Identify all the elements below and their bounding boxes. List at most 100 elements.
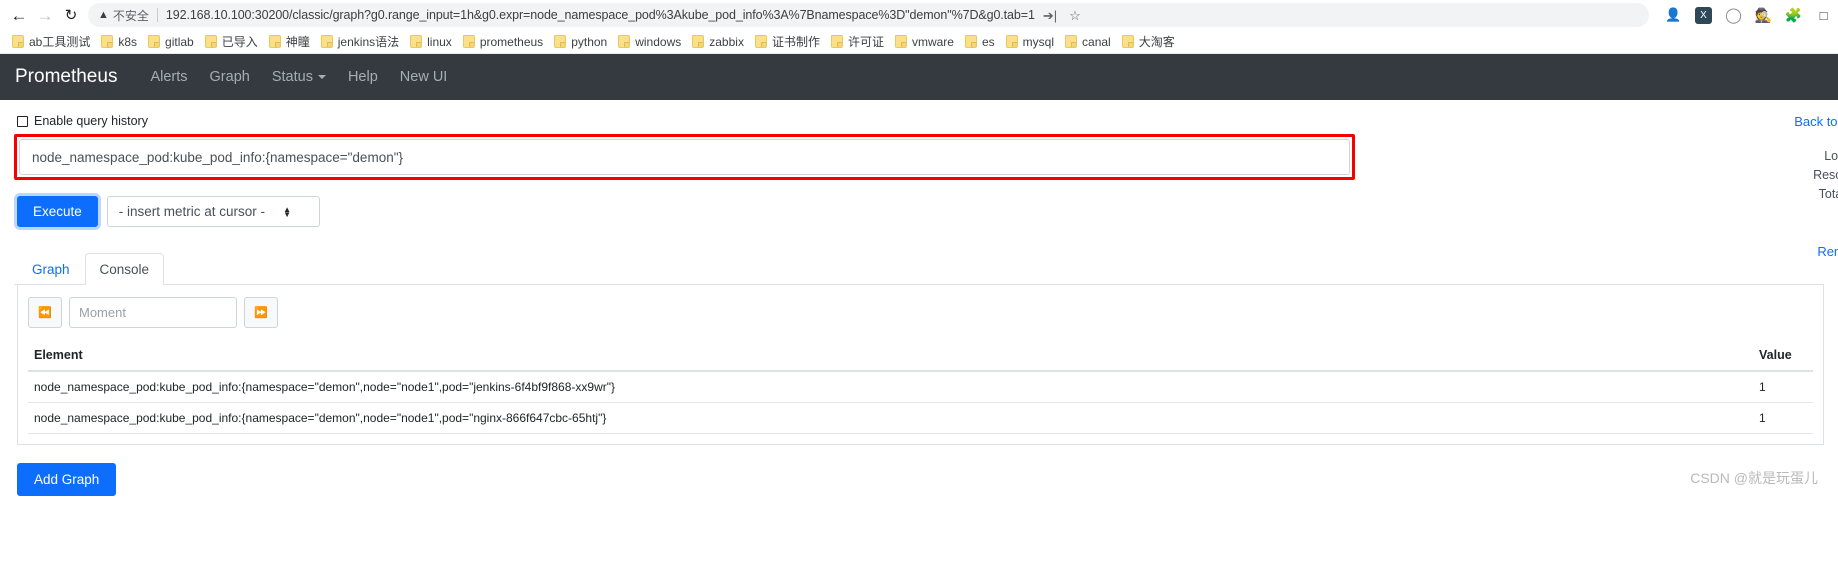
bookmark-label: zabbix [709,34,744,49]
bookmark-item[interactable]: prometheus [459,33,550,51]
folder-icon [101,35,114,48]
folder-icon [554,35,567,48]
main-content: Back to th Load Resolu Total t Remo Enab… [0,100,1838,496]
security-status[interactable]: ▲ 不安全 [98,7,149,24]
bookmark-item[interactable]: k8s [97,33,144,51]
bookmark-label: canal [1082,34,1111,49]
bookmark-label: es [981,34,995,49]
share-icon[interactable]: ➔| [1043,9,1057,22]
double-chevron-left-icon[interactable]: ⏪ [28,297,62,328]
bookmark-item[interactable]: 许可证 [827,31,891,52]
bookmark-item[interactable]: jenkins语法 [317,31,406,52]
insert-metric-select[interactable]: - insert metric at cursor - ▲ ▼ [106,196,320,227]
bookmark-label: vmware [911,34,954,49]
folder-icon [618,35,631,48]
bookmark-item[interactable]: canal [1061,33,1118,51]
folder-icon [268,35,281,48]
nav-item-new-ui[interactable]: New UI [389,69,459,85]
folder-icon [1121,35,1134,48]
table-row[interactable]: node_namespace_pod:kube_pod_info:{namesp… [28,402,1813,434]
bookmark-item[interactable]: mysql [1002,33,1061,51]
table-row[interactable]: node_namespace_pod:kube_pod_info:{namesp… [28,371,1813,403]
double-chevron-right-icon[interactable]: ⏩ [244,297,278,328]
bookmark-label: mysql [1022,34,1055,49]
bookmark-item[interactable]: 神瞳 [265,31,317,52]
cell-value: 1 [1753,371,1813,403]
folder-icon [692,35,705,48]
security-label: 不安全 [112,8,149,23]
folder-icon [462,35,475,48]
puzzle-extension-icon[interactable]: 🧩 [1785,7,1802,24]
bookmark-label: 大淘客 [1138,35,1175,49]
cell-element: node_namespace_pod:kube_pod_info:{namesp… [28,402,1753,434]
nav-label: Alerts [150,69,188,85]
bookmark-item[interactable]: es [961,33,1002,51]
bookmark-item[interactable]: gitlab [144,33,201,51]
folder-icon [830,35,843,48]
chevron-down-icon [317,75,326,79]
sidebar-toggle-icon[interactable]: □ [1815,7,1832,24]
brand-title[interactable]: Prometheus [15,66,117,88]
folder-icon [1005,35,1018,48]
xmind-extension-icon[interactable]: X [1695,6,1712,24]
console-pane: ⏪ ⏩ Element Value node_namespace_pod:kub… [17,285,1824,445]
bookmark-label: prometheus [479,34,544,49]
execute-button[interactable]: Execute [17,196,98,227]
nav-item-graph[interactable]: Graph [199,69,261,85]
nav-label: New UI [399,69,448,85]
execute-row: Execute - insert metric at cursor - ▲ ▼ [14,196,1824,227]
bookmark-item[interactable]: 已导入 [201,31,265,52]
bookmark-item[interactable]: python [550,33,614,51]
cell-element: node_namespace_pod:kube_pod_info:{namesp… [28,371,1753,403]
add-graph-button[interactable]: Add Graph [17,463,117,496]
moment-input[interactable] [69,297,237,328]
tab-graph[interactable]: Graph [17,253,85,285]
bookmark-item[interactable]: zabbix [688,33,751,51]
folder-icon [12,35,24,48]
bookmark-item[interactable]: ab工具测试 [8,31,97,52]
bookmark-label: windows [635,34,682,49]
nav-label: Status [271,69,313,85]
folder-icon [320,35,333,48]
folder-icon [754,35,767,48]
folder-icon [204,35,217,48]
warning-triangle-icon: ▲ [98,9,109,21]
bookmark-label: 神瞳 [285,35,310,49]
prometheus-navbar: Prometheus Alerts Graph Status Help New … [0,54,1838,100]
load-time-label: Load [1824,149,1838,163]
incognito-extension-icon[interactable]: 🕵 [1755,7,1772,24]
tab-console[interactable]: Console [84,253,165,285]
nav-item-alerts[interactable]: Alerts [139,69,198,85]
url-text: 192.168.10.100:30200/classic/graph?g0.ra… [165,8,1035,22]
bookmark-item[interactable]: 大淘客 [1118,31,1182,52]
nav-item-help[interactable]: Help [337,69,389,85]
folder-icon [964,35,977,48]
circle-extension-icon[interactable]: ◯ [1725,7,1742,24]
add-graph-row: Add Graph [14,445,1824,496]
forward-icon[interactable]: → [32,2,58,28]
bookmark-item[interactable]: windows [614,33,688,51]
expression-input[interactable] [19,139,1350,175]
bookmark-label: 许可证 [847,35,884,49]
browser-toolbar: ← → ↻ ▲ 不安全 192.168.10.100:30200/classic… [0,0,1838,30]
column-header-value: Value [1753,344,1813,372]
star-icon[interactable]: ☆ [1069,9,1081,22]
cell-value: 1 [1753,402,1813,434]
enable-query-history-checkbox[interactable] [17,115,28,127]
bookmark-item[interactable]: vmware [891,33,961,51]
enable-query-history-row[interactable]: Enable query history [14,100,1824,134]
nav-item-status[interactable]: Status [261,69,337,85]
nav-label: Graph [209,69,250,85]
bookmark-item[interactable]: 证书制作 [751,31,827,52]
bookmark-label: python [571,34,608,49]
bookmark-label: linux [427,34,452,49]
bookmark-item[interactable]: linux [406,33,459,51]
back-icon[interactable]: ← [6,2,32,28]
bookmark-label: gitlab [165,34,194,49]
omnibox[interactable]: ▲ 不安全 192.168.10.100:30200/classic/graph… [88,3,1649,27]
profile-icon[interactable]: 👤 [1665,7,1682,24]
reload-icon[interactable]: ↻ [58,2,84,28]
moment-controls: ⏪ ⏩ [28,297,1813,328]
omnibox-divider [156,8,158,22]
nav-label: Help [347,69,378,85]
